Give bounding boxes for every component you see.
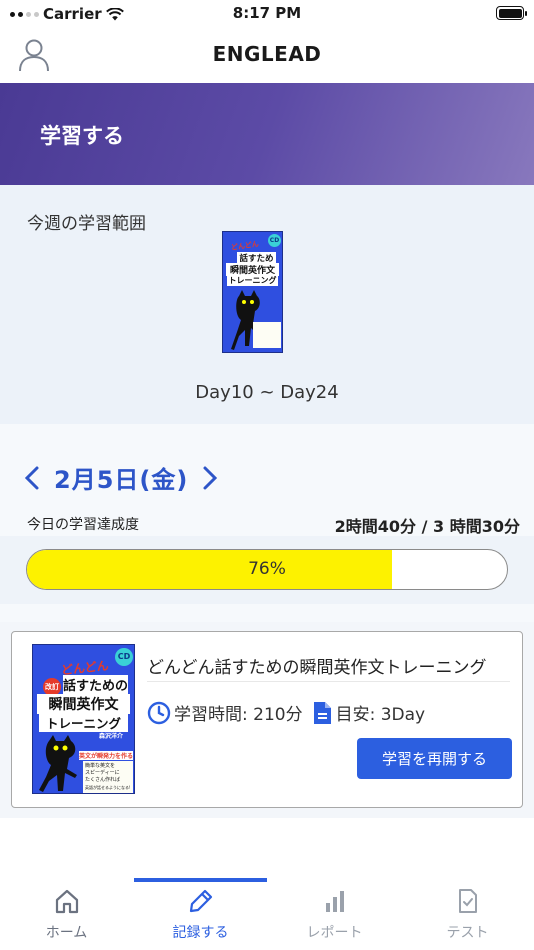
chevron-left-icon[interactable] <box>22 465 42 491</box>
home-icon <box>55 889 78 914</box>
pencil-icon <box>189 889 212 913</box>
tab-report-label: レポート <box>306 925 363 941</box>
weekly-range-panel: 今週の学習範囲 CD どんどん 話すための 瞬間英作文 トレーニング Day10… <box>0 185 534 424</box>
book-card-section: CD どんどん 改訂 話すための 瞬間英作文 トレーニング 森沢洋介 英文が瞬発… <box>0 622 534 818</box>
date-navigator: 2月5日(金) <box>22 460 220 495</box>
tab-report[interactable]: レポート <box>268 888 401 942</box>
battery-icon <box>496 6 527 20</box>
hero-banner: 学習する <box>0 83 534 185</box>
app-title: ENGLEAD <box>212 42 322 66</box>
cover-copy-2: スピーディーに <box>85 770 120 776</box>
cover-line-1: 話すための <box>63 675 128 694</box>
cover-copy-box: 簡単な英文を スピーディーに たくさん作れば 英語が話せるようになる! <box>83 761 133 793</box>
status-time: 8:17 PM <box>232 4 302 22</box>
book-card: CD どんどん 改訂 話すための 瞬間英作文 トレーニング 森沢洋介 英文が瞬発… <box>11 631 523 808</box>
bar-chart-icon <box>325 891 344 912</box>
tab-home-label: ホーム <box>45 925 88 941</box>
book-meta: 学習時間: 210分 目安: 3Day <box>147 700 425 725</box>
hero-title: 学習する <box>40 124 124 148</box>
cover-line-2: 瞬間英作文 <box>37 694 130 714</box>
clock-icon <box>147 701 171 724</box>
cd-badge: CD <box>115 648 133 666</box>
document-icon <box>313 701 331 724</box>
document-check-icon <box>458 889 477 913</box>
chevron-right-icon[interactable] <box>200 465 220 491</box>
tab-test[interactable]: テスト <box>401 888 534 942</box>
weekly-day-range: Day10 ~ Day24 <box>195 382 339 403</box>
tab-test-label: テスト <box>446 925 489 941</box>
study-time-total: 2時間40分 / 3 時間30分 <box>334 517 520 536</box>
cover-copy-3: たくさん作れば <box>85 777 121 783</box>
weekly-range-label: 今週の学習範囲 <box>27 214 146 234</box>
study-time: 学習時間: 210分 <box>174 705 303 725</box>
achievement-progress-bar: 76% <box>26 549 508 590</box>
status-bar: Carrier 8:17 PM <box>0 0 534 28</box>
cover-copy-1: 簡単な英文を <box>85 763 116 769</box>
card-divider <box>147 681 510 682</box>
current-date: 2月5日(金) <box>54 466 189 494</box>
progress-percent: 76% <box>248 559 286 579</box>
target-days: 目安: 3Day <box>335 705 426 725</box>
daily-progress-panel: 2月5日(金) 今日の学習達成度 2時間40分 / 3 時間30分 76% <box>0 424 534 622</box>
nav-bar: ENGLEAD <box>0 28 534 83</box>
tab-bar: ホーム 記録する レポート テスト <box>0 874 534 950</box>
book-title: どんどん話すための瞬間英作文トレーニング <box>147 658 487 678</box>
tab-record[interactable]: 記録する <box>134 888 267 942</box>
cat-illustration <box>39 735 77 792</box>
tab-home[interactable]: ホーム <box>0 888 133 942</box>
cover-kana: どんどん <box>230 240 260 252</box>
active-tab-indicator <box>134 878 267 882</box>
achievement-label: 今日の学習達成度 <box>27 517 139 533</box>
book-cover: CD どんどん 話すための 瞬間英作文 トレーニング <box>222 231 283 353</box>
cover-line-3: トレーニング <box>227 275 278 286</box>
resume-study-button[interactable]: 学習を再開する <box>357 738 512 779</box>
cover-copy-box <box>253 322 281 348</box>
cover-author: 森沢洋介 <box>99 733 124 740</box>
cover-copy-4: 英語が話せるようになる! <box>85 785 131 790</box>
tab-record-label: 記録する <box>172 925 229 941</box>
cover-line-3: トレーニング <box>39 713 128 732</box>
book-card-cover: CD どんどん 改訂 話すための 瞬間英作文 トレーニング 森沢洋介 英文が瞬発… <box>32 644 135 794</box>
cd-badge: CD <box>268 234 281 247</box>
